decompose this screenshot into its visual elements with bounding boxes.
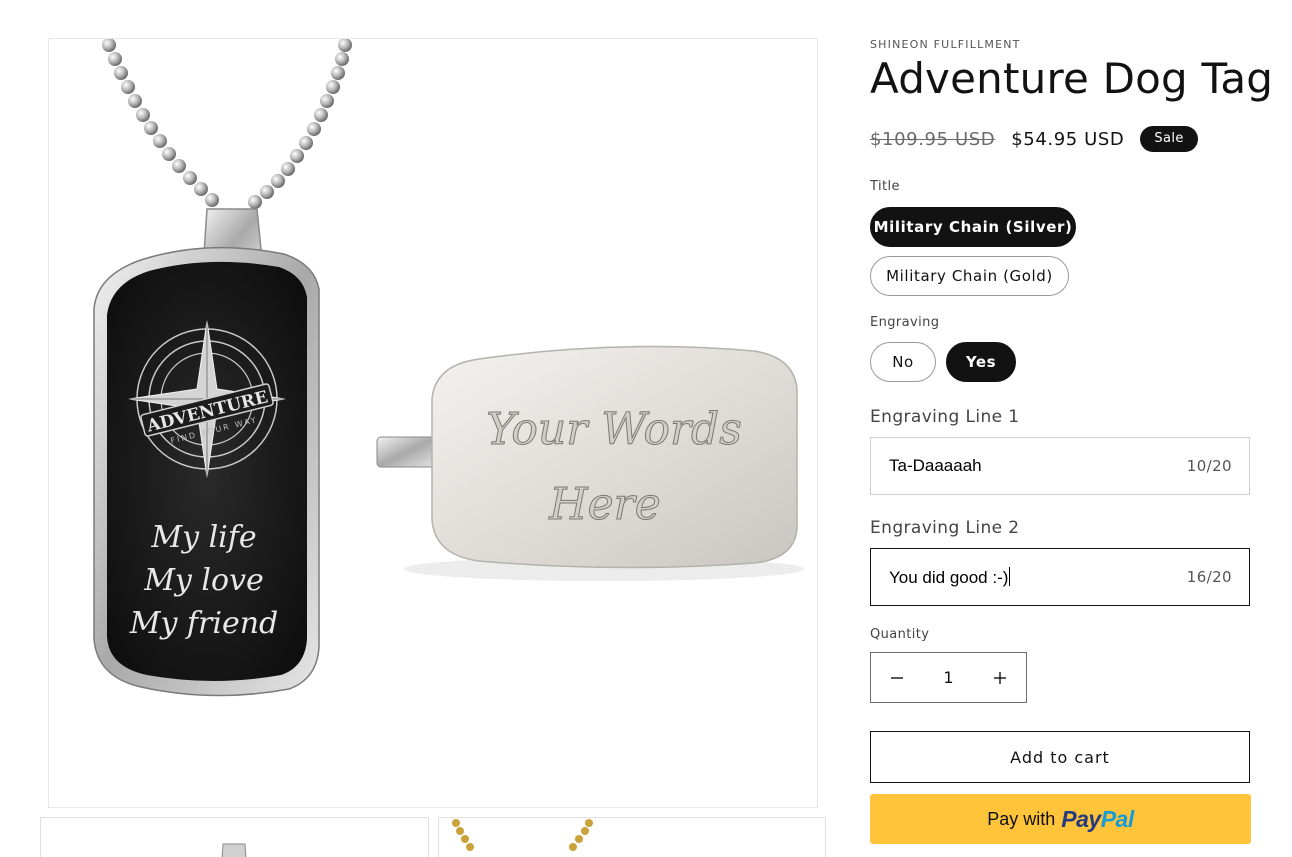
product-title: Adventure Dog Tag <box>870 54 1274 103</box>
add-to-cart-button[interactable]: Add to cart <box>870 731 1250 783</box>
back-tag: Your Words Here <box>376 345 804 581</box>
tag-line-2: My love <box>143 563 264 598</box>
tag-line-1: My life <box>150 520 256 555</box>
engraving-line-1-input[interactable]: Ta-Daaaaah 10/20 <box>870 437 1250 495</box>
paypal-prefix: Pay with <box>987 808 1056 829</box>
quantity-label: Quantity <box>870 627 930 642</box>
tag-line-3: My friend <box>129 606 279 641</box>
minus-icon <box>891 676 903 679</box>
sale-price: $54.95 USD <box>1011 128 1125 150</box>
product-main-image[interactable]: ADVENTURE FIND YOUR WAY My life My love … <box>48 38 818 808</box>
engraving-line-2-text-wrap: You did good :-) <box>889 566 1011 588</box>
ball-chain <box>102 39 352 209</box>
paypal-button[interactable]: Pay with PayPal <box>870 794 1251 844</box>
engraving-line-2-counter: 16/20 <box>1186 568 1232 586</box>
quantity-increase-button[interactable] <box>974 653 1026 702</box>
vendor-name: SHINEON FULFILLMENT <box>870 38 1021 51</box>
paypal-logo-pay: Pay <box>1061 805 1101 832</box>
option-military-chain-silver[interactable]: Military Chain (Silver) <box>870 207 1076 247</box>
engraving-line-1-label: Engraving Line 1 <box>870 407 1020 427</box>
thumbnail-gold[interactable] <box>438 817 826 857</box>
quantity-decrease-button[interactable] <box>871 653 923 702</box>
quantity-input[interactable]: 1 <box>923 668 974 687</box>
text-caret <box>1009 566 1011 586</box>
plus-icon <box>994 671 1006 684</box>
paypal-logo-pal: Pal <box>1100 805 1135 832</box>
back-line-2: Here <box>548 479 660 530</box>
engraving-line-2-label: Engraving Line 2 <box>870 518 1020 538</box>
thumbnail-silver-image <box>221 843 247 857</box>
engraving-line-1-counter: 10/20 <box>1186 457 1232 475</box>
option-engraving-label: Engraving <box>870 315 940 330</box>
option-engraving-no[interactable]: No <box>870 342 936 382</box>
engraving-line-2-input[interactable]: You did good :-) 16/20 <box>870 548 1250 606</box>
option-engraving-yes[interactable]: Yes <box>946 342 1016 382</box>
price-row: $109.95 USD $54.95 USD Sale <box>870 126 1198 152</box>
front-tag: ADVENTURE FIND YOUR WAY My life My love … <box>93 246 320 697</box>
sale-badge: Sale <box>1140 126 1198 152</box>
paypal-logo: PayPal <box>1061 805 1135 833</box>
option-military-chain-gold[interactable]: Military Chain (Gold) <box>870 256 1069 296</box>
dog-tag-illustration: ADVENTURE FIND YOUR WAY My life My love … <box>93 39 804 697</box>
option-title-label: Title <box>870 179 900 194</box>
compare-at-price: $109.95 USD <box>870 128 996 150</box>
engraving-line-1-value: Ta-Daaaaah <box>889 456 982 475</box>
thumbnail-silver[interactable] <box>40 817 429 857</box>
quantity-stepper: 1 <box>870 652 1027 703</box>
back-line-1: Your Words <box>486 404 742 455</box>
thumbnail-gold-image <box>452 819 593 851</box>
engraving-line-2-value: You did good :-) <box>889 567 1009 587</box>
